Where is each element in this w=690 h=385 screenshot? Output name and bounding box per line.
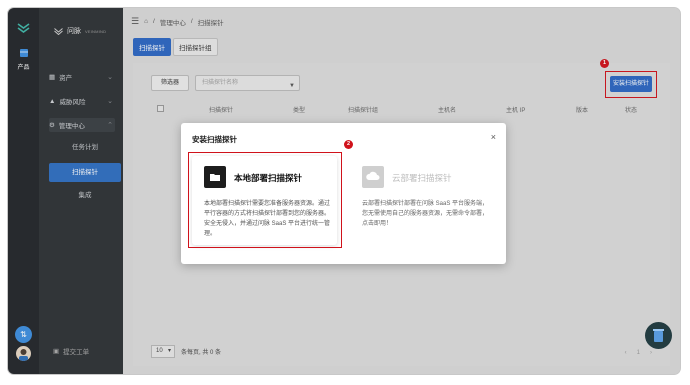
highlight-box-local	[188, 152, 342, 248]
dialog-title: 安装扫描探针	[192, 135, 237, 144]
install-probe-dialog: 安装扫描探针 × 本地部署扫描探针 本地部署扫描探针需要您准备服务器资源。通过平…	[181, 123, 506, 264]
option-cloud-deploy[interactable]: 云部署扫描探针 云部署扫描探针部署在问脉 SaaS 平台服务端，您无需使用自己的…	[350, 156, 495, 245]
annotation-badge-2: 2	[344, 140, 353, 149]
option-title: 云部署扫描探针	[392, 173, 452, 183]
close-icon[interactable]: ×	[491, 132, 496, 142]
option-description: 云部署扫描探针部署在问脉 SaaS 平台服务端，您无需使用自己的服务器资源，无需…	[362, 201, 489, 227]
app-window: 产品 ⇅ 问脉 VEINMIND ▦ 资产 ⌄ ▲ 威胁风险 ⌄ ⚙ 管理中心 …	[8, 8, 680, 374]
cloud-icon	[362, 166, 384, 188]
